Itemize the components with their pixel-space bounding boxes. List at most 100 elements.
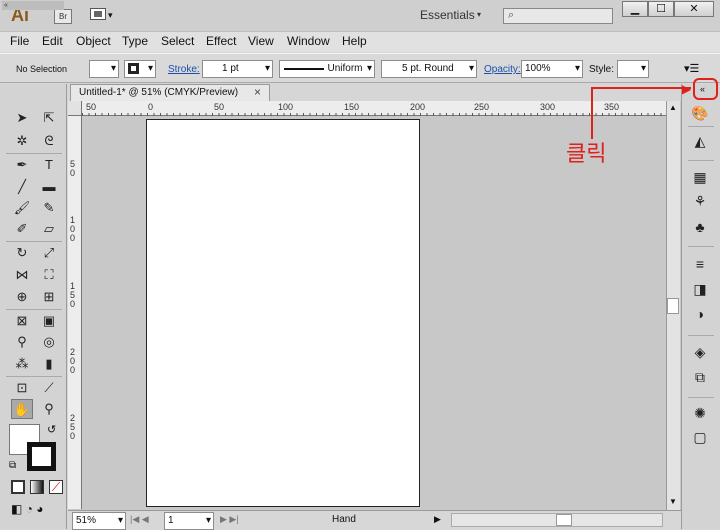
swatches-panel-icon[interactable]: ▦ <box>690 168 710 186</box>
layers-panel-icon[interactable]: ◈ <box>690 343 710 361</box>
artboard-tool-icon[interactable]: ⊡ <box>11 378 33 398</box>
menu-type[interactable]: Type <box>122 34 148 48</box>
artboard[interactable] <box>146 119 420 507</box>
next-artboard-icon[interactable]: ▶ ▶| <box>220 514 239 525</box>
ruler-tick: 50 <box>86 102 97 112</box>
symbols-panel-icon[interactable]: ♣ <box>690 218 710 236</box>
color-panel-icon[interactable]: 🎨 <box>690 104 710 122</box>
artboard-number-field[interactable]: 1 <box>164 512 214 530</box>
first-artboard-icon[interactable]: |◀ ◀ <box>130 514 149 525</box>
status-menu-icon[interactable]: ▶ <box>434 514 441 525</box>
ruler-tick: 0 <box>148 102 154 112</box>
blend-tool-icon[interactable]: ◎ <box>38 332 60 352</box>
eyedropper-tool-icon[interactable]: ⚲ <box>11 332 33 352</box>
ruler-tick: 300 <box>540 102 556 112</box>
perspective-grid-tool-icon[interactable]: ⊞ <box>38 287 60 307</box>
brush-definition-dropdown[interactable]: 5 pt. Round <box>381 60 477 78</box>
menu-effect[interactable]: Effect <box>206 34 236 48</box>
graphic-styles-panel-icon[interactable]: ▢ <box>690 428 710 446</box>
hand-tool-icon[interactable]: ✋ <box>11 399 33 419</box>
magic-wand-tool-icon[interactable]: ✲ <box>11 131 33 151</box>
zoom-field[interactable]: 51% <box>72 512 126 530</box>
opacity-link[interactable]: Opacity: <box>484 64 521 75</box>
stroke-swatch-dropdown[interactable] <box>124 60 156 78</box>
opacity-field[interactable]: 100% <box>521 60 583 78</box>
ruler-tick: 1 5 0 <box>70 281 76 309</box>
menu-object[interactable]: Object <box>76 34 111 48</box>
horizontal-scroll-thumb[interactable] <box>556 514 572 526</box>
artboards-panel-icon[interactable]: ⧉ <box>690 368 710 386</box>
tools-panel-collapse[interactable]: « <box>2 1 64 10</box>
chevron-down-icon: ▾ <box>477 10 482 19</box>
mesh-tool-icon[interactable]: ⊠ <box>11 311 33 331</box>
bridge-button[interactable]: Br <box>54 9 72 24</box>
stroke-panel-link[interactable]: Stroke: <box>168 64 200 75</box>
fill-swatch-dropdown[interactable] <box>89 60 119 78</box>
column-graph-tool-icon[interactable]: ▮ <box>38 354 60 374</box>
divider <box>688 246 714 247</box>
gradient-panel-icon[interactable]: ◨ <box>690 280 710 298</box>
stroke-weight-field[interactable]: 1 pt <box>202 60 273 78</box>
shape-builder-tool-icon[interactable]: ⊕ <box>11 287 33 307</box>
symbol-sprayer-tool-icon[interactable]: ⁂ <box>11 354 33 374</box>
graphic-style-dropdown[interactable] <box>617 60 649 78</box>
line-segment-tool-icon[interactable]: ╱ <box>11 177 33 197</box>
gradient-tool-icon[interactable]: ▣ <box>38 311 60 331</box>
annotation-label: 클릭 <box>566 141 607 166</box>
slice-tool-icon[interactable]: ⟋ <box>38 378 60 398</box>
direct-selection-tool-icon[interactable]: ⇱ <box>38 108 60 128</box>
menu-select[interactable]: Select <box>161 34 194 48</box>
appearance-panel-icon[interactable]: ✺ <box>690 404 710 422</box>
status-bar: 51% |◀ ◀ 1 ▶ ▶| Hand ▶ <box>68 510 681 530</box>
menu-window[interactable]: Window <box>287 34 330 48</box>
swap-colors-icon[interactable]: ↺ <box>47 423 56 436</box>
eraser-tool-icon[interactable]: ▱ <box>38 219 60 239</box>
selection-tool-icon[interactable]: ➤ <box>11 108 33 128</box>
pen-tool-icon[interactable]: ✒ <box>11 155 33 175</box>
stroke-panel-icon[interactable]: ≡ <box>690 255 710 273</box>
close-icon[interactable]: × <box>254 85 261 99</box>
ruler-origin[interactable] <box>68 101 82 116</box>
rotate-tool-icon[interactable]: ↻ <box>11 243 33 263</box>
close-button[interactable]: ✕ <box>674 1 714 17</box>
scale-tool-icon[interactable]: ⤢ <box>38 243 60 263</box>
annotation-arrow-icon: ▶ <box>682 82 692 96</box>
color-guide-icon[interactable]: ◭ <box>690 132 710 150</box>
menu-file[interactable]: File <box>10 34 29 48</box>
free-transform-tool-icon[interactable]: ⛶ <box>38 265 60 285</box>
ruler-tick: 350 <box>604 102 620 112</box>
zoom-tool-icon[interactable]: ⚲ <box>38 399 60 419</box>
vertical-scroll-thumb[interactable] <box>667 298 679 314</box>
menu-view[interactable]: View <box>248 34 274 48</box>
gradient-mode-icon[interactable] <box>30 480 44 494</box>
minimize-button[interactable]: ▁ <box>622 1 648 17</box>
scroll-up-icon[interactable]: ▲ <box>669 103 677 112</box>
rectangle-tool-icon[interactable]: ▬ <box>38 177 60 197</box>
maximize-button[interactable]: ☐ <box>648 1 674 17</box>
width-tool-icon[interactable]: ⋈ <box>11 265 33 285</box>
default-colors-icon[interactable]: ⧉ <box>9 460 16 471</box>
menu-edit[interactable]: Edit <box>42 34 63 48</box>
scroll-down-icon[interactable]: ▼ <box>669 497 677 506</box>
stroke-color-box[interactable] <box>27 442 56 471</box>
none-mode-icon[interactable]: ⟋ <box>49 480 63 494</box>
divider <box>688 397 714 398</box>
divider <box>6 376 62 377</box>
color-mode-icon[interactable] <box>11 480 25 494</box>
drawing-mode-icon[interactable]: ◧ ◔ ◕ <box>11 502 44 516</box>
arrange-documents-button[interactable]: ▾ <box>90 8 116 24</box>
brushes-panel-icon[interactable]: ⚘ <box>690 192 710 210</box>
ruler-tick: 2 5 0 <box>70 413 76 441</box>
panel-menu-icon[interactable]: ▾☰ <box>684 62 699 75</box>
help-search-input[interactable]: ⌕ <box>503 8 613 24</box>
variable-width-profile[interactable]: Uniform <box>279 60 375 78</box>
paintbrush-tool-icon[interactable]: 🖌 <box>11 198 33 218</box>
transparency-panel-icon[interactable]: ◑ <box>690 305 710 323</box>
ruler-tick: 200 <box>410 102 426 112</box>
menu-help[interactable]: Help <box>342 34 367 48</box>
blob-brush-tool-icon[interactable]: ✐ <box>11 219 33 239</box>
type-tool-icon[interactable]: T <box>38 155 60 175</box>
document-tab[interactable]: Untitled-1* @ 51% (CMYK/Preview) <box>70 84 270 101</box>
lasso-tool-icon[interactable]: ᘓ <box>38 131 60 151</box>
pencil-tool-icon[interactable]: ✎ <box>38 198 60 218</box>
